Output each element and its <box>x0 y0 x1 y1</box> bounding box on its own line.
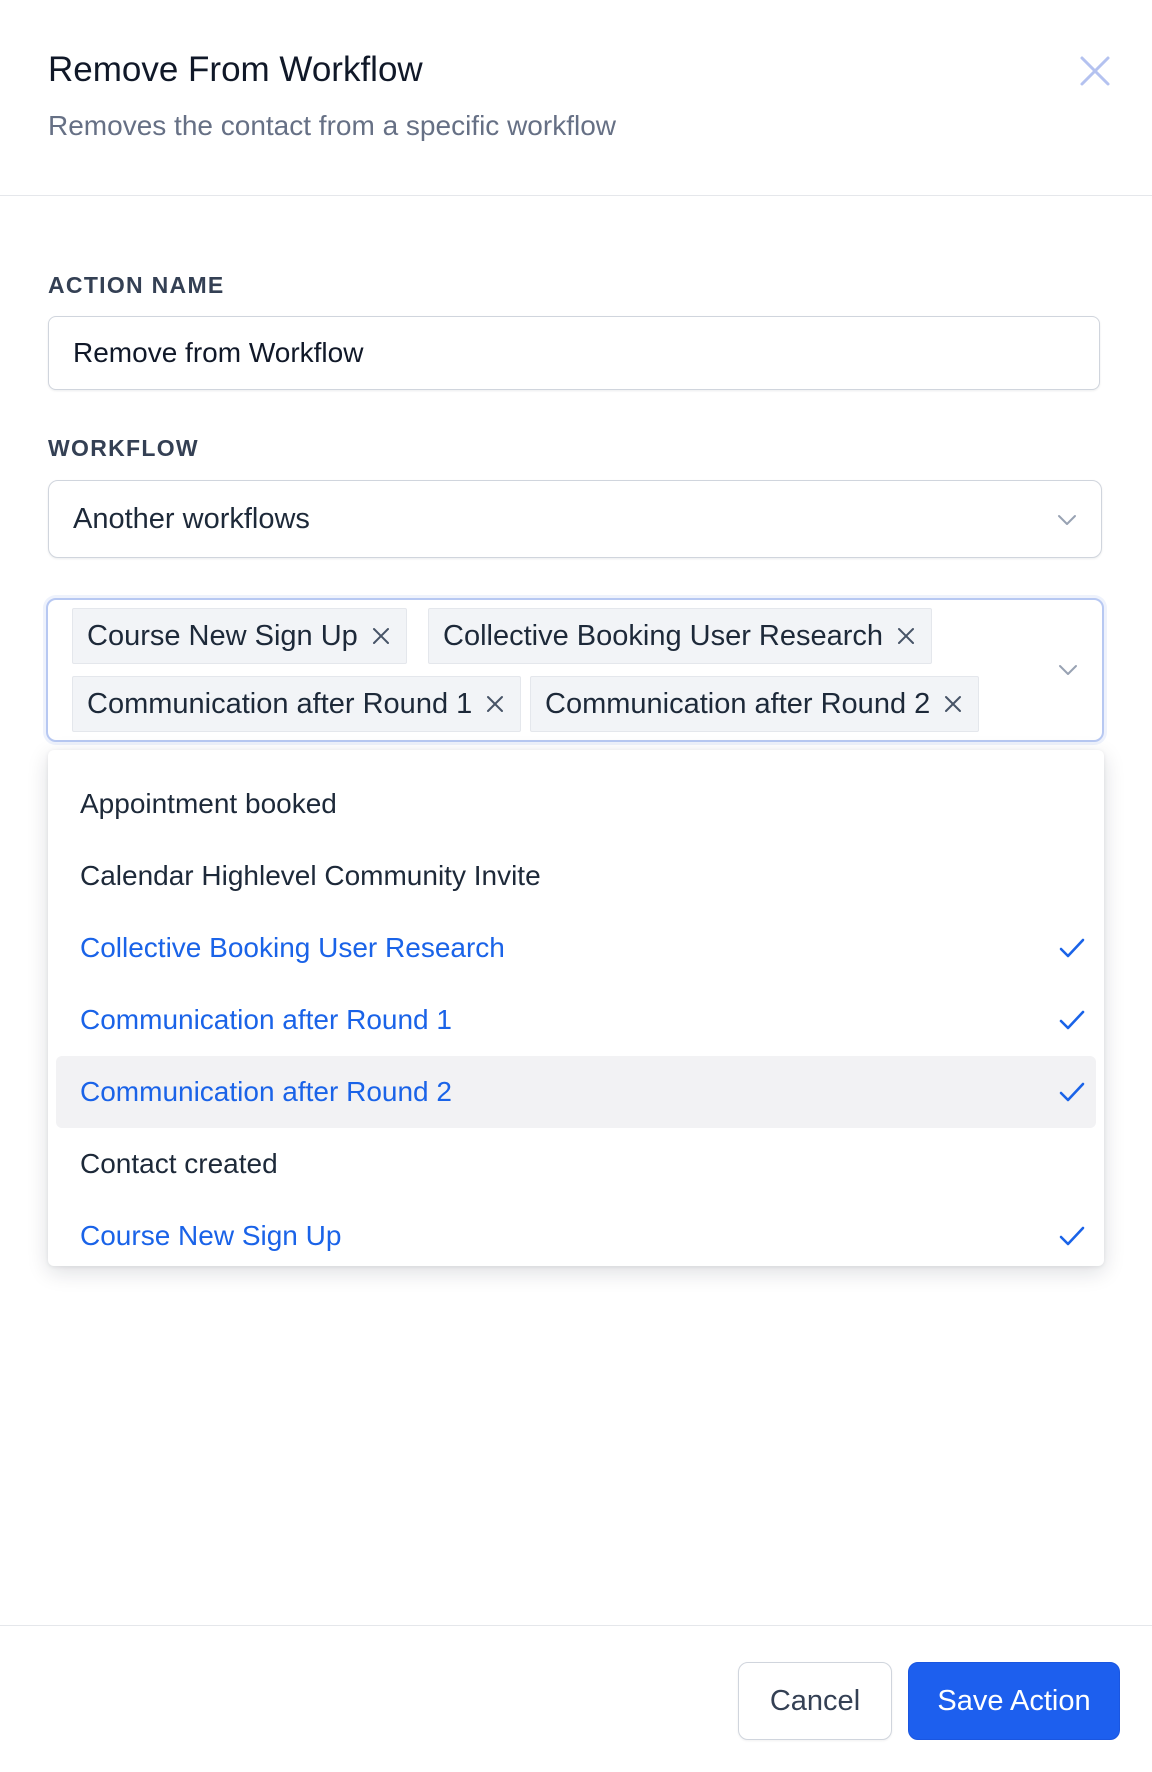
option-label: Course New Sign Up <box>80 1220 342 1251</box>
tag-remove-icon[interactable] <box>942 693 964 715</box>
modal-footer: Cancel Save Action <box>0 1625 1152 1772</box>
save-action-button[interactable]: Save Action <box>908 1662 1120 1740</box>
check-icon <box>1059 1082 1085 1102</box>
action-name-label: ACTION NAME <box>48 272 225 298</box>
action-name-input[interactable] <box>48 316 1100 390</box>
cancel-button[interactable]: Cancel <box>738 1662 892 1740</box>
modal-header: Remove From Workflow Removes the contact… <box>0 0 1152 196</box>
chevron-down-icon <box>1058 515 1076 525</box>
dropdown-option[interactable]: Course New Sign Up <box>56 1200 1096 1266</box>
tag-remove-icon[interactable] <box>370 625 392 647</box>
option-label: Appointment booked <box>80 788 337 819</box>
dropdown-option[interactable]: Contact created <box>56 1128 1096 1200</box>
option-label: Collective Booking User Research <box>80 932 505 963</box>
dropdown-option[interactable]: Calendar Highlevel Community Invite <box>56 840 1096 912</box>
check-icon <box>1059 938 1085 958</box>
workflow-label: WORKFLOW <box>48 435 199 461</box>
option-label: Communication after Round 2 <box>80 1076 452 1107</box>
modal-subtitle: Removes the contact from a specific work… <box>48 110 616 141</box>
check-icon <box>1059 1010 1085 1030</box>
workflow-options-dropdown: Appointment booked Calendar Highlevel Co… <box>48 750 1104 1266</box>
tag-label: Communication after Round 2 <box>545 687 931 720</box>
workflow-select[interactable]: Another workflows <box>48 480 1102 558</box>
selected-tag: Communication after Round 2 <box>530 676 980 732</box>
workflows-multiselect[interactable]: Course New Sign Up Collective Booking Us… <box>46 598 1104 742</box>
option-label: Communication after Round 1 <box>80 1004 452 1035</box>
tag-label: Collective Booking User Research <box>443 619 884 652</box>
workflow-select-value: Another workflows <box>73 503 310 535</box>
remove-from-workflow-panel: Remove From Workflow Removes the contact… <box>0 0 1152 1772</box>
tag-remove-icon[interactable] <box>895 625 917 647</box>
chevron-down-icon <box>1059 665 1077 675</box>
modal-title: Remove From Workflow <box>48 50 423 89</box>
close-button[interactable] <box>1074 50 1116 92</box>
check-icon <box>1059 1226 1085 1246</box>
dropdown-option[interactable]: Communication after Round 2 <box>56 1056 1096 1128</box>
option-label: Calendar Highlevel Community Invite <box>80 860 541 891</box>
selected-tag: Course New Sign Up <box>72 608 407 664</box>
option-label: Contact created <box>80 1148 278 1179</box>
dropdown-option[interactable]: Communication after Round 1 <box>56 984 1096 1056</box>
tag-label: Course New Sign Up <box>87 619 358 652</box>
tag-remove-icon[interactable] <box>484 693 506 715</box>
dropdown-option[interactable]: Collective Booking User Research <box>56 912 1096 984</box>
dropdown-option[interactable]: Appointment booked <box>56 768 1096 840</box>
tag-label: Communication after Round 1 <box>87 687 473 720</box>
selected-tag: Communication after Round 1 <box>72 676 522 732</box>
selected-tag: Collective Booking User Research <box>428 608 933 664</box>
close-icon <box>1080 56 1110 86</box>
